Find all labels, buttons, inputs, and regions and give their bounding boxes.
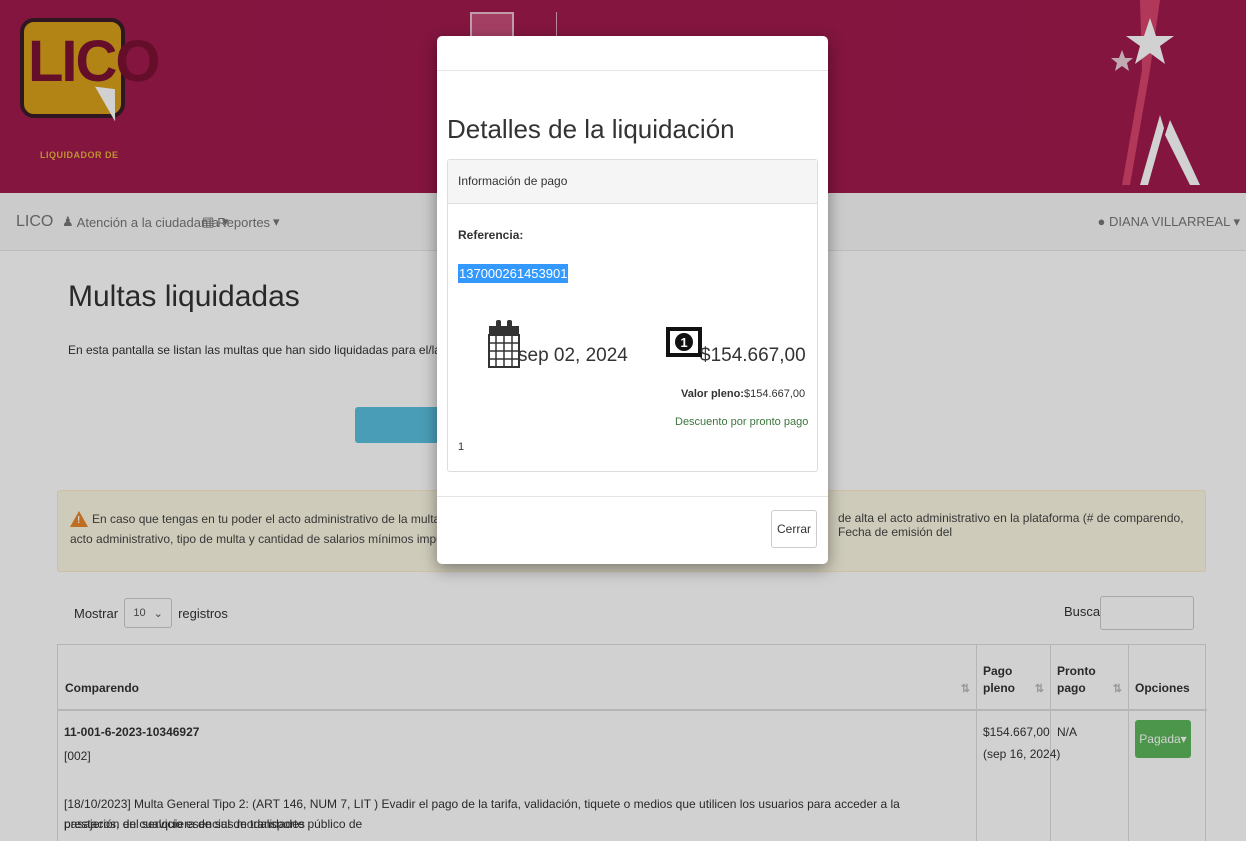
money-bill-icon: 1	[666, 327, 702, 357]
calendar-icon	[488, 320, 520, 368]
reference-value[interactable]: 137000261453901	[458, 264, 569, 283]
panel-heading: Información de pago	[448, 160, 817, 204]
modal-title: Detalles de la liquidación	[447, 114, 735, 144]
liquidation-details-modal: Detalles de la liquidación Información d…	[437, 36, 828, 564]
payment-date: sep 02, 2024	[518, 345, 628, 366]
panel-title: Información de pago	[458, 174, 568, 188]
modal-footer-divider	[437, 496, 828, 497]
modal-header	[437, 36, 828, 71]
close-button[interactable]: Cerrar	[771, 510, 817, 548]
svg-text:1: 1	[680, 335, 687, 350]
payment-amount: $154.667,00	[700, 345, 806, 366]
discount-text: Descuento por pronto pago	[675, 416, 809, 428]
footer-number: 1	[458, 441, 465, 453]
reference-label: Referencia:	[458, 228, 524, 242]
payment-info-panel: Información de pago Referencia: 13700026…	[447, 159, 818, 472]
valor-pleno: Valor pleno:$154.667,00	[681, 388, 806, 400]
